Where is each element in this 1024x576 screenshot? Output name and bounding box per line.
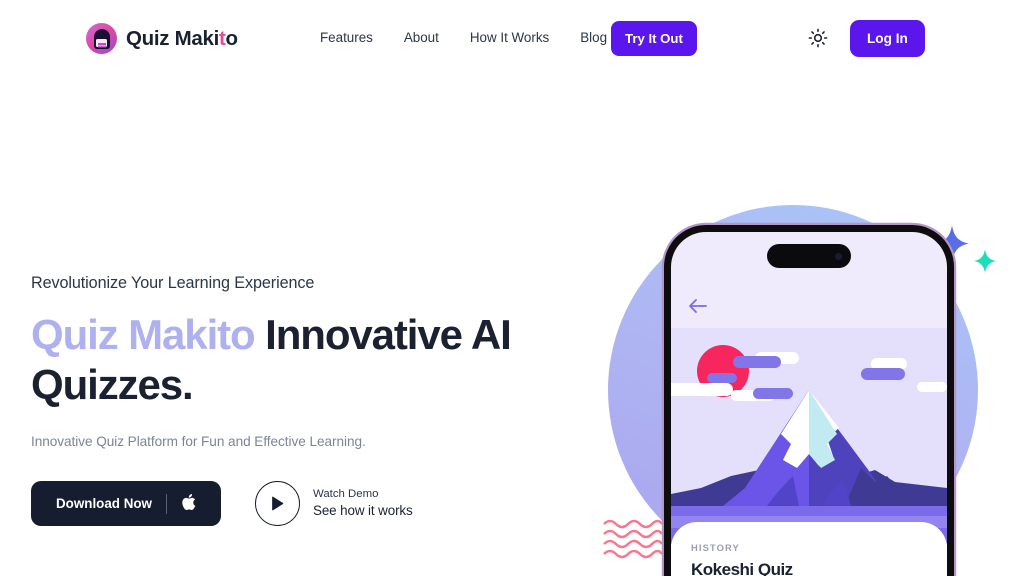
nav-item-about[interactable]: About [404, 30, 439, 45]
watch-demo-group[interactable]: Watch Demo See how it works [255, 481, 413, 526]
mount-fuji-illustration [671, 328, 947, 506]
main-navigation: Features About How It Works Blog [320, 30, 607, 45]
quiz-card[interactable]: HISTORY Kokeshi Quiz ? 10 questions [671, 522, 947, 576]
nav-item-how-it-works[interactable]: How It Works [470, 30, 549, 45]
arrow-left-icon[interactable] [688, 298, 708, 319]
phone-screen: HISTORY Kokeshi Quiz ? 10 questions [671, 232, 947, 576]
login-button[interactable]: Log In [850, 20, 925, 57]
wavy-lines-icon [602, 518, 664, 562]
mountain-shape [671, 388, 947, 506]
sun-icon[interactable] [807, 27, 829, 49]
dynamic-island [767, 244, 851, 268]
watch-demo-title: Watch Demo [313, 488, 379, 501]
apple-icon [181, 493, 196, 514]
nav-item-blog[interactable]: Blog [580, 30, 607, 45]
brand-name-main: Quiz Maki [126, 26, 219, 50]
brand-name: Quiz Makito [126, 27, 238, 51]
brand-logo[interactable]: Quiz Makito [86, 23, 238, 54]
hero-copy: Revolutionize Your Learning Experience Q… [31, 274, 551, 526]
watch-demo-subtitle: See how it works [313, 503, 413, 519]
play-icon[interactable] [255, 481, 300, 526]
page-title: Quiz Makito Innovative AI Quizzes. [31, 310, 551, 410]
watch-demo-text: Watch Demo See how it works [313, 487, 413, 520]
kokeshi-doll-logo-icon [86, 23, 117, 54]
try-it-out-button[interactable]: Try It Out [611, 21, 697, 56]
quiz-category: HISTORY [691, 542, 740, 553]
hero-illustration: HISTORY Kokeshi Quiz ? 10 questions [560, 78, 1024, 576]
hero-eyebrow: Revolutionize Your Learning Experience [31, 274, 315, 292]
brand-name-tail: o [225, 26, 239, 50]
headline-brand: Quiz Makito [31, 311, 256, 358]
download-now-button[interactable]: Download Now [31, 481, 221, 526]
hero-subtitle: Innovative Quiz Platform for Fun and Eff… [31, 434, 366, 449]
phone-mockup: HISTORY Kokeshi Quiz ? 10 questions [664, 225, 954, 576]
site-header: Quiz Makito Features About How It Works … [0, 0, 1024, 78]
sparkle-icon [974, 249, 996, 273]
button-divider [165, 493, 167, 514]
quiz-title: Kokeshi Quiz [691, 560, 793, 576]
download-now-label: Download Now [56, 496, 152, 511]
nav-item-features[interactable]: Features [320, 30, 373, 45]
hero-cta-row: Download Now Watch Demo See how it works [31, 481, 551, 526]
